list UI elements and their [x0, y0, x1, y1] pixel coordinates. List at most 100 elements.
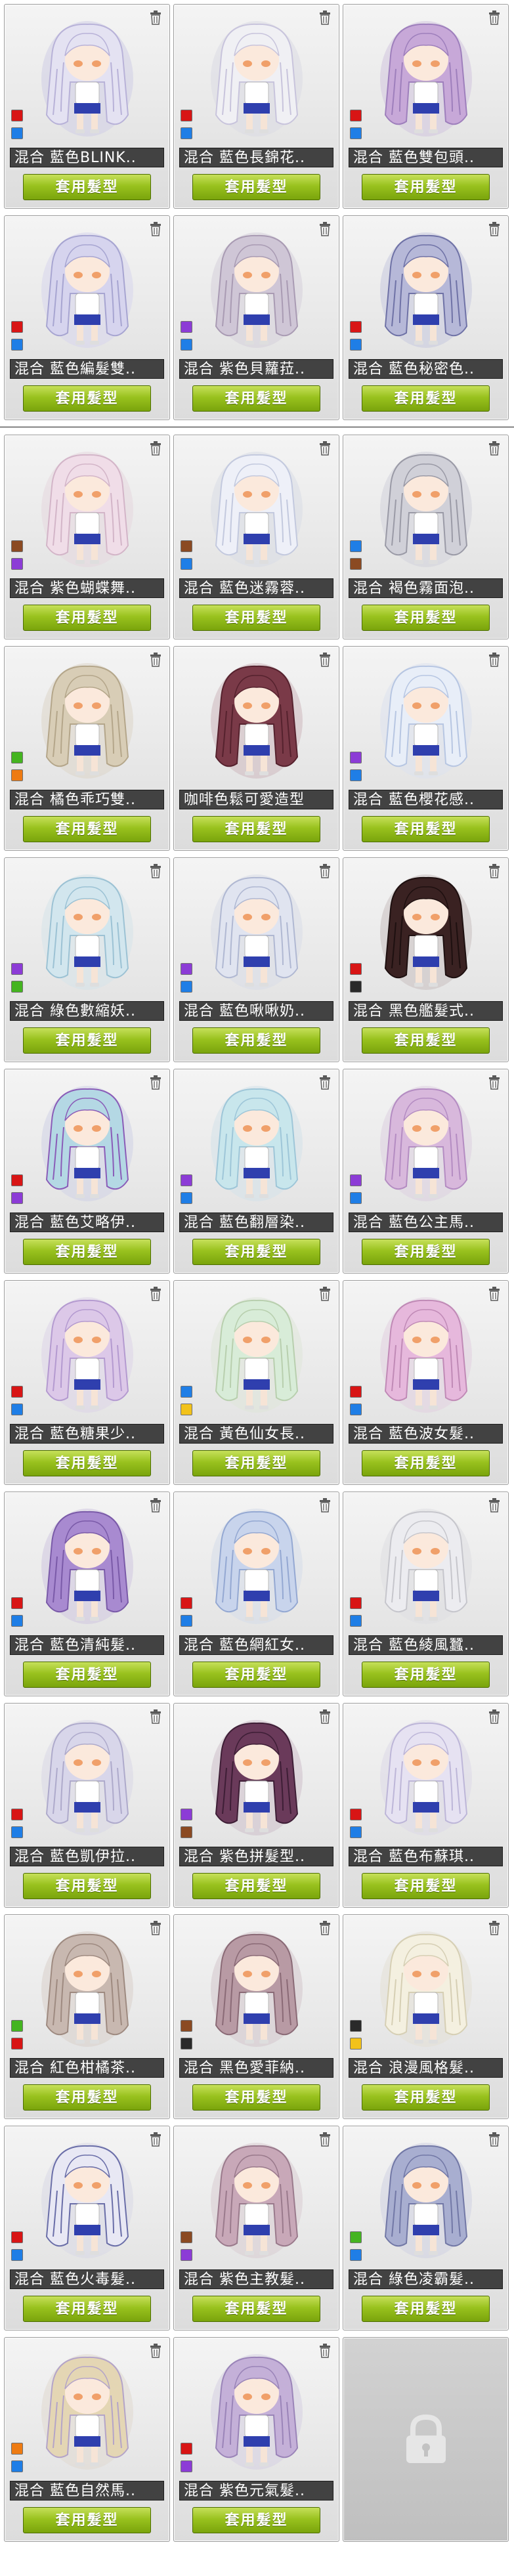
color-swatch-purple[interactable] — [350, 1174, 362, 1186]
color-swatch-red[interactable] — [11, 321, 23, 333]
color-swatch-red[interactable] — [11, 1809, 23, 1820]
color-swatch-blue[interactable] — [350, 2249, 362, 2261]
color-swatch-purple[interactable] — [11, 558, 23, 570]
trash-icon[interactable] — [148, 1075, 163, 1090]
trash-icon[interactable] — [318, 1920, 332, 1936]
color-swatch-red[interactable] — [350, 1809, 362, 1820]
apply-hair-button[interactable]: 套用髮型 — [192, 1450, 320, 1476]
color-swatch-red[interactable] — [350, 321, 362, 333]
apply-hair-button[interactable]: 套用髮型 — [362, 1450, 490, 1476]
apply-hair-button[interactable]: 套用髮型 — [362, 174, 490, 200]
color-swatch-green[interactable] — [11, 752, 23, 763]
color-swatch-brown[interactable] — [181, 1826, 192, 1838]
trash-icon[interactable] — [148, 1497, 163, 1513]
apply-hair-button[interactable]: 套用髮型 — [362, 1873, 490, 1899]
trash-icon[interactable] — [487, 652, 502, 668]
apply-hair-button[interactable]: 套用髮型 — [192, 2084, 320, 2111]
color-swatch-blue[interactable] — [350, 540, 362, 552]
color-swatch-black[interactable] — [181, 2038, 192, 2050]
color-swatch-brown[interactable] — [181, 2231, 192, 2243]
apply-hair-button[interactable]: 套用髮型 — [23, 2507, 151, 2533]
color-swatch-purple[interactable] — [181, 2249, 192, 2261]
apply-hair-button[interactable]: 套用髮型 — [362, 2296, 490, 2322]
color-swatch-brown[interactable] — [181, 2020, 192, 2032]
trash-icon[interactable] — [487, 10, 502, 26]
apply-hair-button[interactable]: 套用髮型 — [192, 1027, 320, 1054]
color-swatch-blue[interactable] — [181, 1615, 192, 1627]
apply-hair-button[interactable]: 套用髮型 — [192, 2296, 320, 2322]
color-swatch-green[interactable] — [11, 2020, 23, 2032]
color-swatch-brown[interactable] — [350, 558, 362, 570]
color-swatch-black[interactable] — [350, 2020, 362, 2032]
color-swatch-blue[interactable] — [11, 339, 23, 351]
color-swatch-blue[interactable] — [350, 769, 362, 781]
apply-hair-button[interactable]: 套用髮型 — [362, 2084, 490, 2111]
trash-icon[interactable] — [318, 2343, 332, 2359]
color-swatch-blue[interactable] — [350, 339, 362, 351]
color-swatch-red[interactable] — [11, 110, 23, 121]
apply-hair-button[interactable]: 套用髮型 — [362, 1662, 490, 1688]
color-swatch-red[interactable] — [181, 110, 192, 121]
color-swatch-purple[interactable] — [181, 321, 192, 333]
trash-icon[interactable] — [487, 1497, 502, 1513]
apply-hair-button[interactable]: 套用髮型 — [192, 605, 320, 631]
color-swatch-orange[interactable] — [11, 769, 23, 781]
apply-hair-button[interactable]: 套用髮型 — [362, 1027, 490, 1054]
trash-icon[interactable] — [487, 2132, 502, 2147]
color-swatch-purple[interactable] — [11, 1192, 23, 1204]
trash-icon[interactable] — [318, 2132, 332, 2147]
trash-icon[interactable] — [148, 1286, 163, 1302]
apply-hair-button[interactable]: 套用髮型 — [23, 1027, 151, 1054]
trash-icon[interactable] — [487, 863, 502, 879]
color-swatch-blue[interactable] — [11, 2249, 23, 2261]
trash-icon[interactable] — [318, 221, 332, 237]
apply-hair-button[interactable]: 套用髮型 — [23, 816, 151, 842]
trash-icon[interactable] — [487, 1286, 502, 1302]
apply-hair-button[interactable]: 套用髮型 — [362, 1239, 490, 1265]
trash-icon[interactable] — [318, 863, 332, 879]
color-swatch-red[interactable] — [11, 2038, 23, 2050]
color-swatch-purple[interactable] — [11, 963, 23, 975]
apply-hair-button[interactable]: 套用髮型 — [362, 816, 490, 842]
apply-hair-button[interactable]: 套用髮型 — [192, 816, 320, 842]
apply-hair-button[interactable]: 套用髮型 — [23, 174, 151, 200]
apply-hair-button[interactable]: 套用髮型 — [192, 174, 320, 200]
color-swatch-blue[interactable] — [11, 1404, 23, 1415]
apply-hair-button[interactable]: 套用髮型 — [192, 2507, 320, 2533]
apply-hair-button[interactable]: 套用髮型 — [23, 385, 151, 412]
apply-hair-button[interactable]: 套用髮型 — [192, 1662, 320, 1688]
color-swatch-red[interactable] — [181, 2443, 192, 2455]
color-swatch-red[interactable] — [11, 1597, 23, 1609]
apply-hair-button[interactable]: 套用髮型 — [23, 1662, 151, 1688]
trash-icon[interactable] — [148, 221, 163, 237]
color-swatch-red[interactable] — [350, 1386, 362, 1398]
trash-icon[interactable] — [487, 1709, 502, 1725]
color-swatch-blue[interactable] — [11, 1615, 23, 1627]
trash-icon[interactable] — [318, 1497, 332, 1513]
color-swatch-blue[interactable] — [350, 1615, 362, 1627]
color-swatch-blue[interactable] — [181, 339, 192, 351]
color-swatch-purple[interactable] — [181, 963, 192, 975]
color-swatch-blue[interactable] — [350, 1826, 362, 1838]
color-swatch-orange[interactable] — [11, 2443, 23, 2455]
locked-slot[interactable] — [343, 2337, 509, 2542]
trash-icon[interactable] — [318, 10, 332, 26]
color-swatch-green[interactable] — [350, 2231, 362, 2243]
color-swatch-blue[interactable] — [181, 1386, 192, 1398]
color-swatch-blue[interactable] — [181, 558, 192, 570]
trash-icon[interactable] — [148, 1709, 163, 1725]
apply-hair-button[interactable]: 套用髮型 — [23, 1450, 151, 1476]
color-swatch-red[interactable] — [350, 1597, 362, 1609]
trash-icon[interactable] — [487, 1075, 502, 1090]
color-swatch-blue[interactable] — [11, 127, 23, 139]
color-swatch-blue[interactable] — [11, 2460, 23, 2472]
color-swatch-blue[interactable] — [350, 127, 362, 139]
color-swatch-red[interactable] — [350, 110, 362, 121]
trash-icon[interactable] — [487, 440, 502, 456]
apply-hair-button[interactable]: 套用髮型 — [23, 605, 151, 631]
color-swatch-brown[interactable] — [11, 540, 23, 552]
color-swatch-purple[interactable] — [181, 1174, 192, 1186]
trash-icon[interactable] — [148, 1920, 163, 1936]
color-swatch-blue[interactable] — [350, 1192, 362, 1204]
color-swatch-red[interactable] — [11, 2231, 23, 2243]
